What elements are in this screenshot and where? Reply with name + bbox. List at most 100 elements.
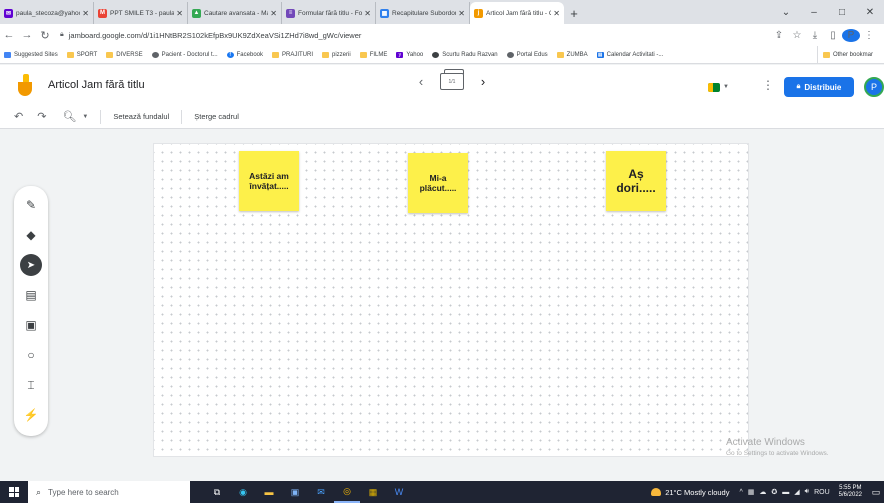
volume-icon[interactable]: 🔊︎: [805, 488, 809, 496]
browser-menu-icon[interactable]: ⋮: [860, 30, 878, 41]
lock-icon: 🔒︎: [796, 83, 801, 90]
bookmark-folder-prajituri[interactable]: PRAJITURI: [272, 51, 313, 58]
pen-tool[interactable]: ✎: [14, 192, 48, 218]
folder-icon: [106, 51, 114, 58]
chevron-down-icon[interactable]: ▼: [82, 114, 88, 120]
undo-icon[interactable]: ↶: [14, 110, 23, 123]
circle-tool[interactable]: ○: [14, 342, 48, 368]
more-options-icon[interactable]: ⋮: [762, 78, 774, 92]
notifications-icon[interactable]: ▭: [870, 487, 882, 498]
tab-wordwall[interactable]: ▦Recapitulare Subordonatel✕: [376, 2, 470, 24]
bookmark-folder-sport[interactable]: SPORT: [66, 51, 97, 58]
jamboard-logo-icon[interactable]: [18, 74, 32, 96]
maximize-button[interactable]: □: [828, 7, 856, 18]
sticky-note[interactable]: Astăzi am învățat.....: [239, 151, 299, 211]
weather-widget[interactable]: 21°C Mostly cloudy: [651, 488, 729, 497]
back-arrow-icon[interactable]: ←: [0, 29, 18, 41]
edge-icon[interactable]: ◉: [230, 481, 256, 503]
text-box-tool[interactable]: ⌶: [14, 372, 48, 398]
cloud-icon[interactable]: ☁: [759, 488, 766, 496]
clock[interactable]: 5:55 PM 5/6/2022: [839, 485, 862, 500]
zoom-icon[interactable]: 🔍︎: [62, 110, 76, 123]
clock-time: 5:55 PM: [839, 484, 862, 491]
lock-icon[interactable]: 🔒︎: [60, 31, 64, 39]
add-image-tool[interactable]: ▣: [14, 312, 48, 338]
frame-navigator: ‹ 1/1 ›: [410, 69, 494, 90]
next-frame-icon[interactable]: ›: [472, 74, 494, 89]
forward-arrow-icon[interactable]: →: [18, 29, 36, 41]
share-page-icon[interactable]: ⇪: [770, 30, 788, 41]
taskbar-search-input[interactable]: ⌕ Type here to search: [28, 481, 190, 503]
tray-app-icon[interactable]: ▦: [748, 488, 755, 496]
bookmark-folder-filme[interactable]: FILME: [359, 51, 387, 58]
battery-icon[interactable]: ▬: [782, 489, 789, 496]
bookmark-portal-edus[interactable]: Portal Edus: [506, 51, 548, 58]
download-icon[interactable]: ⤓: [806, 30, 824, 41]
tab-search-icon[interactable]: ⌄: [772, 7, 800, 18]
tab-yahoo-mail[interactable]: ✉paula_stecoza@yahoo.com✕: [0, 2, 94, 24]
bookmark-star-icon[interactable]: ☆: [788, 30, 806, 41]
other-bookmarks[interactable]: Other bookmar: [816, 46, 873, 63]
bookmark-scurtu[interactable]: Scurtu Radu Razvan: [432, 51, 498, 58]
redo-icon[interactable]: ↷: [37, 110, 46, 123]
bookmark-folder-pizzerii[interactable]: pizzerii: [322, 51, 351, 58]
document-title[interactable]: Articol Jam fără titlu: [48, 79, 145, 91]
folder-icon: [556, 51, 564, 58]
profile-avatar[interactable]: P: [842, 28, 860, 42]
language-indicator[interactable]: ROU: [814, 489, 830, 496]
close-tab-icon[interactable]: ✕: [82, 9, 89, 18]
tab-forms[interactable]: ≡Formular fără titlu - Formul✕: [282, 2, 376, 24]
close-tab-icon[interactable]: ✕: [270, 9, 277, 18]
clock-date: 5/6/2022: [838, 492, 862, 498]
close-tab-icon[interactable]: ✕: [176, 9, 183, 18]
close-tab-icon[interactable]: ✕: [553, 9, 560, 18]
weather-icon: [651, 488, 662, 496]
bookmark-suggested-sites[interactable]: Suggested Sites: [4, 51, 58, 58]
jam-canvas[interactable]: Astăzi am învățat..... Mi-a plăcut..... …: [153, 143, 749, 457]
word-icon[interactable]: W: [386, 481, 412, 503]
task-view-icon[interactable]: ⧉: [204, 481, 230, 503]
tray-app-icon[interactable]: ✪: [771, 488, 777, 496]
meet-button[interactable]: ▼: [708, 80, 734, 94]
bookmark-yahoo[interactable]: y Yahoo: [396, 51, 423, 58]
new-tab-button[interactable]: +: [564, 2, 584, 24]
select-tool[interactable]: ➤: [14, 252, 48, 278]
side-panel-icon[interactable]: ▯: [824, 30, 842, 41]
laser-tool[interactable]: ⚡: [14, 402, 48, 428]
frame-bar-button[interactable]: 1/1: [440, 69, 464, 90]
store-icon[interactable]: ▣: [282, 481, 308, 503]
eraser-tool[interactable]: ◆: [14, 222, 48, 248]
start-button[interactable]: [0, 487, 28, 497]
show-hidden-icons-icon[interactable]: ^: [739, 489, 742, 496]
tab-drive[interactable]: ▲Cautare avansata - Materia✕: [188, 2, 282, 24]
close-tab-icon[interactable]: ✕: [458, 9, 465, 18]
tab-jamboard[interactable]: jArticol Jam fără titlu - Goo✕: [470, 2, 564, 24]
record-icon: [432, 51, 440, 58]
sticky-note[interactable]: Mi-a plăcut.....: [408, 153, 468, 213]
close-tab-icon[interactable]: ✕: [364, 9, 371, 18]
chrome-icon[interactable]: ◎: [334, 481, 360, 503]
bookmark-folder-diverse[interactable]: DIVERSE: [106, 51, 143, 58]
bookmark-pacient[interactable]: Pacient - Doctorul t...: [151, 51, 218, 58]
app-icon[interactable]: ▦: [360, 481, 386, 503]
file-explorer-icon[interactable]: ▬: [256, 481, 282, 503]
account-avatar[interactable]: P: [864, 77, 884, 97]
share-button[interactable]: 🔒︎ Distribuie: [784, 77, 854, 97]
set-background-button[interactable]: Setează fundalul: [113, 112, 169, 121]
tab-gmail[interactable]: MPPT SMILE T3 - paularamon✕: [94, 2, 188, 24]
pen-icon: ✎: [25, 198, 37, 212]
mail-icon[interactable]: ✉: [308, 481, 334, 503]
sticky-note[interactable]: Aș dori.....: [606, 151, 666, 211]
minimize-button[interactable]: –: [800, 7, 828, 18]
previous-frame-icon[interactable]: ‹: [410, 74, 432, 89]
bookmark-folder-zumba[interactable]: ZUMBA: [556, 51, 588, 58]
network-icon[interactable]: ◢: [794, 488, 799, 496]
bookmark-calendar[interactable]: ▦ Calendar Activitati -...: [596, 51, 663, 58]
url-field[interactable]: 🔒︎ jamboard.google.com/d/1i1HNtBR2S102kE…: [60, 27, 770, 43]
forms-icon: ≡: [286, 8, 295, 18]
sticky-note-tool[interactable]: ▤: [14, 282, 48, 308]
reload-icon[interactable]: ↻: [36, 29, 54, 42]
bookmark-facebook[interactable]: f Facebook: [226, 51, 263, 58]
close-window-button[interactable]: ✕: [856, 7, 884, 18]
clear-frame-button[interactable]: Șterge cadrul: [194, 112, 239, 121]
